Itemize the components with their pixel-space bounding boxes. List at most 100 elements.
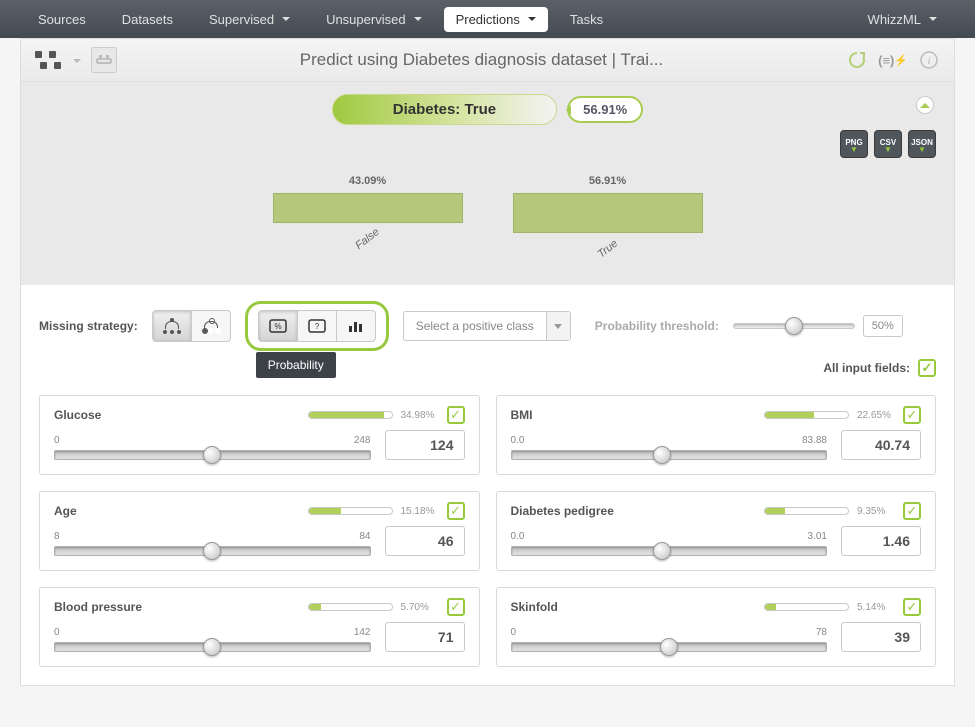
field-max: 83.88: [802, 435, 827, 446]
bar-value-label: 56.91%: [589, 175, 626, 187]
field-value-input[interactable]: 71: [385, 622, 465, 652]
metric-probability-button[interactable]: %: [259, 311, 298, 341]
bar-category-label: True: [595, 238, 620, 261]
prediction-pct: 56.91%: [567, 96, 643, 123]
nav-whizzml[interactable]: WhizzML: [850, 2, 955, 37]
threshold-value: 50%: [863, 315, 903, 337]
title-bar: Predict using Diabetes diagnosis dataset…: [21, 39, 954, 82]
field-card: Glucose34.98%✓0248124: [39, 395, 480, 475]
all-inputs-checkbox[interactable]: ✓: [918, 359, 936, 377]
all-inputs-label: All input fields:: [823, 361, 910, 375]
positive-class-select[interactable]: Select a positive class: [403, 311, 571, 341]
importance-pct: 9.35%: [857, 506, 897, 517]
field-checkbox[interactable]: ✓: [903, 502, 921, 520]
main-panel: Predict using Diabetes diagnosis dataset…: [20, 38, 955, 686]
nav-unsupervised[interactable]: Unsupervised: [308, 2, 440, 37]
field-value-input[interactable]: 46: [385, 526, 465, 556]
field-slider-handle[interactable]: [203, 542, 221, 560]
importance-pct: 22.65%: [857, 410, 897, 421]
field-slider[interactable]: [511, 642, 828, 652]
export-csv-button[interactable]: CSV▼: [874, 130, 902, 158]
field-min: 0: [54, 435, 60, 446]
field-name: BMI: [511, 408, 765, 422]
importance-pct: 15.18%: [401, 506, 441, 517]
svg-text:?: ?: [314, 322, 319, 331]
collapse-toggle[interactable]: [916, 96, 934, 114]
field-slider[interactable]: [54, 642, 371, 652]
field-max: 84: [359, 531, 370, 542]
field-checkbox[interactable]: ✓: [447, 406, 465, 424]
svg-text:i: i: [927, 55, 930, 67]
field-name: Skinfold: [511, 600, 765, 614]
field-card: Blood pressure5.70%✓014271: [39, 587, 480, 667]
export-json-button[interactable]: JSON▼: [908, 130, 936, 158]
threshold-slider[interactable]: [733, 323, 855, 329]
importance-bar: [308, 603, 393, 611]
importance-bar: [764, 411, 849, 419]
metric-toggle-highlight: % ? Probability: [245, 301, 389, 351]
probability-tooltip: Probability: [256, 352, 336, 378]
nav-datasets[interactable]: Datasets: [104, 2, 191, 37]
field-checkbox[interactable]: ✓: [447, 502, 465, 520]
field-card: Skinfold5.14%✓07839: [496, 587, 937, 667]
nav-sources[interactable]: Sources: [20, 2, 104, 37]
missing-strategy-label: Missing strategy:: [39, 319, 138, 333]
field-slider-handle[interactable]: [653, 446, 671, 464]
top-nav: SourcesDatasetsSupervisedUnsupervisedPre…: [0, 0, 975, 38]
threshold-label: Probability threshold:: [595, 319, 719, 333]
workflow-icon[interactable]: [35, 51, 59, 69]
refresh-icon[interactable]: [846, 49, 868, 71]
field-value-input[interactable]: 39: [841, 622, 921, 652]
svg-text:%: %: [274, 322, 281, 331]
field-checkbox[interactable]: ✓: [903, 406, 921, 424]
field-name: Diabetes pedigree: [511, 504, 765, 518]
field-slider-handle[interactable]: [203, 638, 221, 656]
field-value-input[interactable]: 124: [385, 430, 465, 460]
field-value-input[interactable]: 1.46: [841, 526, 921, 556]
field-checkbox[interactable]: ✓: [903, 598, 921, 616]
export-png-button[interactable]: PNG▼: [840, 130, 868, 158]
field-value-input[interactable]: 40.74: [841, 430, 921, 460]
bar-category-label: False: [353, 226, 382, 252]
field-slider-handle[interactable]: [653, 542, 671, 560]
field-min: 0: [54, 627, 60, 638]
metric-confidence-button[interactable]: ?: [298, 311, 337, 341]
script-icon[interactable]: (≡)⚡: [882, 49, 904, 71]
chart-bar: 56.91%True: [513, 175, 703, 255]
missing-strategy-proportional[interactable]: [192, 311, 230, 341]
field-checkbox[interactable]: ✓: [447, 598, 465, 616]
prediction-pill: Diabetes: True: [332, 94, 557, 125]
chart-zone: Diabetes: True 56.91% PNG▼CSV▼JSON▼ 43.0…: [21, 82, 954, 285]
page-title: Predict using Diabetes diagnosis dataset…: [127, 50, 836, 70]
threshold-handle[interactable]: [785, 317, 803, 335]
field-name: Age: [54, 504, 308, 518]
nav-predictions[interactable]: Predictions: [444, 7, 548, 32]
missing-strategy-group: [152, 310, 231, 342]
field-min: 8: [54, 531, 60, 542]
chart-bar: 43.09% False: [273, 175, 463, 255]
field-slider-handle[interactable]: [660, 638, 678, 656]
bar-value-label: 43.09%: [349, 175, 386, 187]
field-min: 0.0: [511, 435, 525, 446]
field-slider[interactable]: [511, 450, 828, 460]
importance-bar: [764, 507, 849, 515]
field-slider[interactable]: [54, 546, 371, 556]
field-max: 3.01: [808, 531, 827, 542]
bar-rect: [513, 193, 703, 233]
field-name: Blood pressure: [54, 600, 308, 614]
field-max: 248: [354, 435, 371, 446]
field-card: Diabetes pedigree9.35%✓0.03.011.46: [496, 491, 937, 571]
field-card: BMI 22.65% ✓ 0.0 83.88 40.74: [496, 395, 937, 475]
field-slider[interactable]: [54, 450, 371, 460]
nav-tasks[interactable]: Tasks: [552, 2, 621, 37]
workflow-dropdown-icon[interactable]: [69, 53, 81, 68]
field-slider-handle[interactable]: [203, 446, 221, 464]
missing-strategy-last[interactable]: [153, 311, 192, 341]
info-icon[interactable]: i: [918, 49, 940, 71]
metric-votes-button[interactable]: [337, 311, 375, 341]
field-max: 78: [816, 627, 827, 638]
field-slider[interactable]: [511, 546, 828, 556]
chevron-down-icon: [546, 312, 570, 340]
nav-supervised[interactable]: Supervised: [191, 2, 308, 37]
importance-pct: 5.14%: [857, 602, 897, 613]
